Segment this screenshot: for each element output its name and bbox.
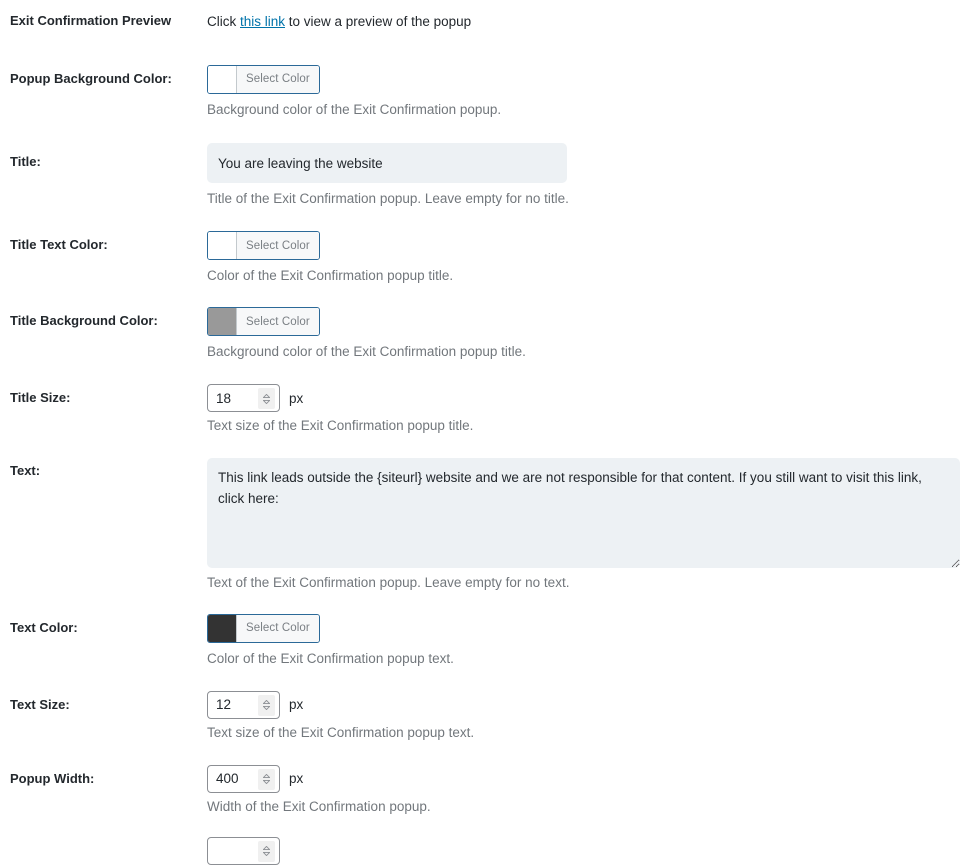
popup-width-input[interactable]: [208, 771, 254, 787]
row-exit-confirmation-preview: Exit Confirmation Preview Click this lin…: [0, 7, 964, 31]
chevron-down-icon[interactable]: [263, 399, 270, 404]
color-swatch-title-background: [208, 308, 236, 336]
select-color-button-title-text[interactable]: Select Color: [236, 232, 319, 260]
title-size-control: px: [207, 384, 304, 413]
field-title-background-color: Select Color Background color of the Exi…: [207, 307, 964, 362]
field-exit-confirmation-preview: Click this link to view a preview of the…: [207, 13, 964, 31]
title-size-input[interactable]: [208, 390, 254, 406]
row-text-color: Text Color: Select Color Color of the Ex…: [0, 613, 964, 669]
preview-text-after: to view a preview of the popup: [285, 14, 472, 29]
select-color-button-popup-background[interactable]: Select Color: [236, 65, 319, 93]
color-swatch-popup-background: [208, 65, 236, 93]
popup-width-stepper[interactable]: [258, 768, 275, 790]
field-popup-background-color: Select Color Background color of the Exi…: [207, 64, 964, 120]
row-text-size: Text Size: px Text size of the Exit Conf…: [0, 690, 964, 743]
text-size-control: px: [207, 690, 304, 719]
label-exit-confirmation-preview: Exit Confirmation Preview: [10, 13, 172, 28]
label-text: Text:: [10, 463, 41, 478]
label-title-background-color: Title Background Color:: [10, 313, 158, 329]
preview-instruction-text: Click this link to view a preview of the…: [207, 13, 960, 31]
color-picker-text[interactable]: Select Color: [207, 613, 320, 643]
label-title: Title:: [10, 154, 41, 170]
row-title: Title: Title of the Exit Confirmation po…: [0, 143, 964, 209]
text-size-number-box[interactable]: [207, 690, 280, 719]
chevron-down-icon[interactable]: [263, 706, 270, 711]
label-text-color: Text Color:: [10, 619, 78, 635]
field-title: Title of the Exit Confirmation popup. Le…: [207, 143, 964, 209]
description-title-text-color: Color of the Exit Confirmation popup tit…: [207, 268, 454, 284]
description-popup-background-color: Background color of the Exit Confirmatio…: [207, 101, 502, 117]
popup-width-control: px: [207, 764, 304, 793]
popup-width-unit: px: [289, 771, 304, 787]
label-title-text-color: Title Text Color:: [10, 237, 108, 253]
chevron-up-icon[interactable]: [263, 700, 270, 705]
text-size-unit: px: [289, 697, 304, 713]
color-picker-popup-background[interactable]: Select Color: [207, 64, 320, 94]
preview-popup-link[interactable]: this link: [240, 14, 285, 29]
color-picker-title-background[interactable]: Select Color: [207, 307, 320, 337]
row-title-size: Title Size: px Text size of the Exit Con…: [0, 384, 964, 436]
chevron-down-icon[interactable]: [263, 780, 270, 785]
title-size-number-box[interactable]: [207, 384, 280, 413]
text-size-stepper[interactable]: [258, 694, 275, 716]
description-text-size: Text size of the Exit Confirmation popup…: [207, 724, 475, 740]
label-popup-background-color: Popup Background Color:: [10, 70, 172, 86]
select-color-button-text[interactable]: Select Color: [236, 614, 319, 642]
text-textarea[interactable]: This link leads outside the {siteurl} we…: [207, 458, 960, 568]
label-title-size: Title Size:: [10, 390, 71, 406]
description-popup-width: Width of the Exit Confirmation popup.: [207, 798, 431, 814]
label-text-size: Text Size:: [10, 696, 70, 712]
row-title-text-color: Title Text Color: Select Color Color of …: [0, 231, 964, 286]
field-popup-width: px Width of the Exit Confirmation popup.: [207, 764, 964, 817]
description-text: Text of the Exit Confirmation popup. Lea…: [207, 575, 570, 590]
field-text: This link leads outside the {siteurl} we…: [207, 458, 964, 593]
field-title-size: px Text size of the Exit Confirmation po…: [207, 384, 964, 436]
field-text-size: px Text size of the Exit Confirmation po…: [207, 690, 964, 743]
chevron-up-icon[interactable]: [263, 393, 270, 398]
description-title-size: Text size of the Exit Confirmation popup…: [207, 418, 474, 434]
select-color-button-title-background[interactable]: Select Color: [236, 308, 319, 336]
description-title: Title of the Exit Confirmation popup. Le…: [207, 191, 569, 207]
text-size-input[interactable]: [208, 697, 254, 713]
label-popup-width: Popup Width:: [10, 770, 95, 786]
exit-confirmation-settings-form: Exit Confirmation Preview Click this lin…: [0, 7, 964, 865]
chevron-down-icon[interactable]: [263, 852, 270, 857]
description-title-background-color: Background color of the Exit Confirmatio…: [207, 344, 526, 360]
field-next-setting-partial: [207, 836, 964, 865]
row-title-background-color: Title Background Color: Select Color Bac…: [0, 307, 964, 362]
title-size-unit: px: [289, 390, 304, 406]
chevron-up-icon[interactable]: [263, 774, 270, 779]
title-size-stepper[interactable]: [258, 388, 275, 410]
color-picker-title-text[interactable]: Select Color: [207, 231, 320, 261]
next-setting-stepper[interactable]: [258, 840, 275, 862]
color-swatch-text: [208, 614, 236, 642]
popup-width-number-box[interactable]: [207, 764, 280, 793]
row-popup-background-color: Popup Background Color: Select Color Bac…: [0, 64, 964, 120]
field-title-text-color: Select Color Color of the Exit Confirmat…: [207, 231, 964, 286]
color-swatch-title-text: [208, 232, 236, 260]
row-next-setting-partial: [0, 836, 964, 865]
next-setting-number-box[interactable]: [207, 836, 280, 865]
row-text: Text: This link leads outside the {siteu…: [0, 458, 964, 593]
description-text-color: Color of the Exit Confirmation popup tex…: [207, 650, 454, 666]
chevron-up-icon[interactable]: [263, 846, 270, 851]
preview-text-before: Click: [207, 14, 240, 29]
field-text-color: Select Color Color of the Exit Confirmat…: [207, 613, 964, 669]
title-input[interactable]: [207, 143, 567, 184]
row-popup-width: Popup Width: px Width of the Exit Confir…: [0, 764, 964, 817]
